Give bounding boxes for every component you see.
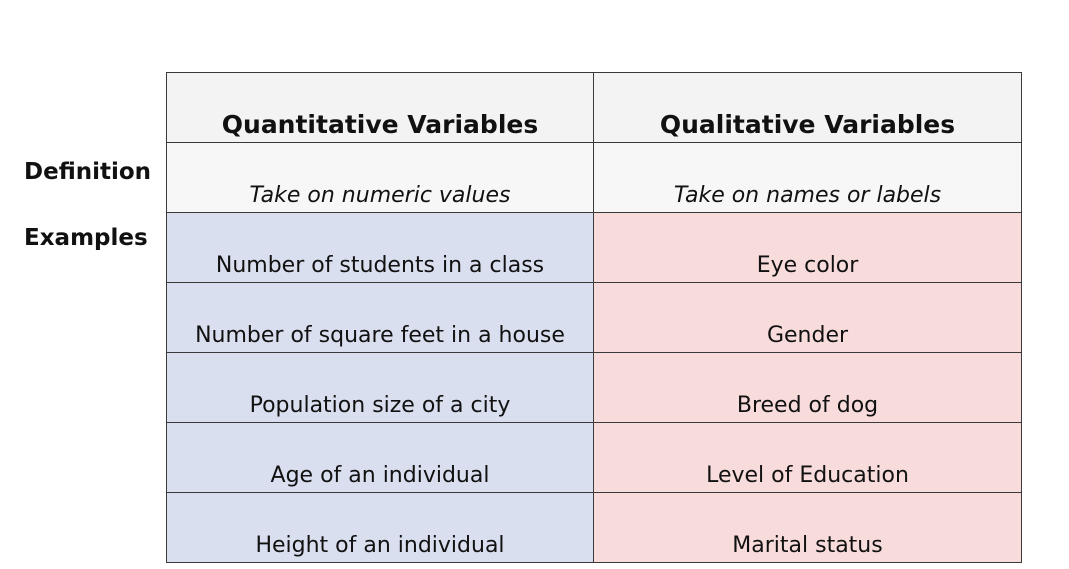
example-row: Age of an individual Level of Education	[166, 422, 1022, 493]
quantitative-example: Number of square feet in a house	[166, 282, 594, 353]
qualitative-example: Marital status	[593, 492, 1022, 563]
quantitative-header: Quantitative Variables	[166, 72, 594, 143]
qualitative-example: Eye color	[593, 212, 1022, 283]
variables-comparison-table: Quantitative Variables Qualitative Varia…	[166, 72, 1022, 563]
qualitative-definition: Take on names or labels	[593, 142, 1022, 213]
examples-row-label: Examples	[24, 225, 148, 251]
qualitative-example: Level of Education	[593, 422, 1022, 493]
qualitative-example: Breed of dog	[593, 352, 1022, 423]
quantitative-example: Number of students in a class	[166, 212, 594, 283]
quantitative-example: Population size of a city	[166, 352, 594, 423]
definition-row: Take on numeric values Take on names or …	[166, 142, 1022, 213]
quantitative-definition: Take on numeric values	[166, 142, 594, 213]
quantitative-example: Height of an individual	[166, 492, 594, 563]
example-row: Height of an individual Marital status	[166, 492, 1022, 563]
header-row: Quantitative Variables Qualitative Varia…	[166, 72, 1022, 143]
quantitative-example: Age of an individual	[166, 422, 594, 493]
definition-row-label: Definition	[24, 159, 152, 185]
qualitative-header: Qualitative Variables	[593, 72, 1022, 143]
qualitative-example: Gender	[593, 282, 1022, 353]
example-row: Number of students in a class Eye color	[166, 212, 1022, 283]
example-row: Population size of a city Breed of dog	[166, 352, 1022, 423]
example-row: Number of square feet in a house Gender	[166, 282, 1022, 353]
